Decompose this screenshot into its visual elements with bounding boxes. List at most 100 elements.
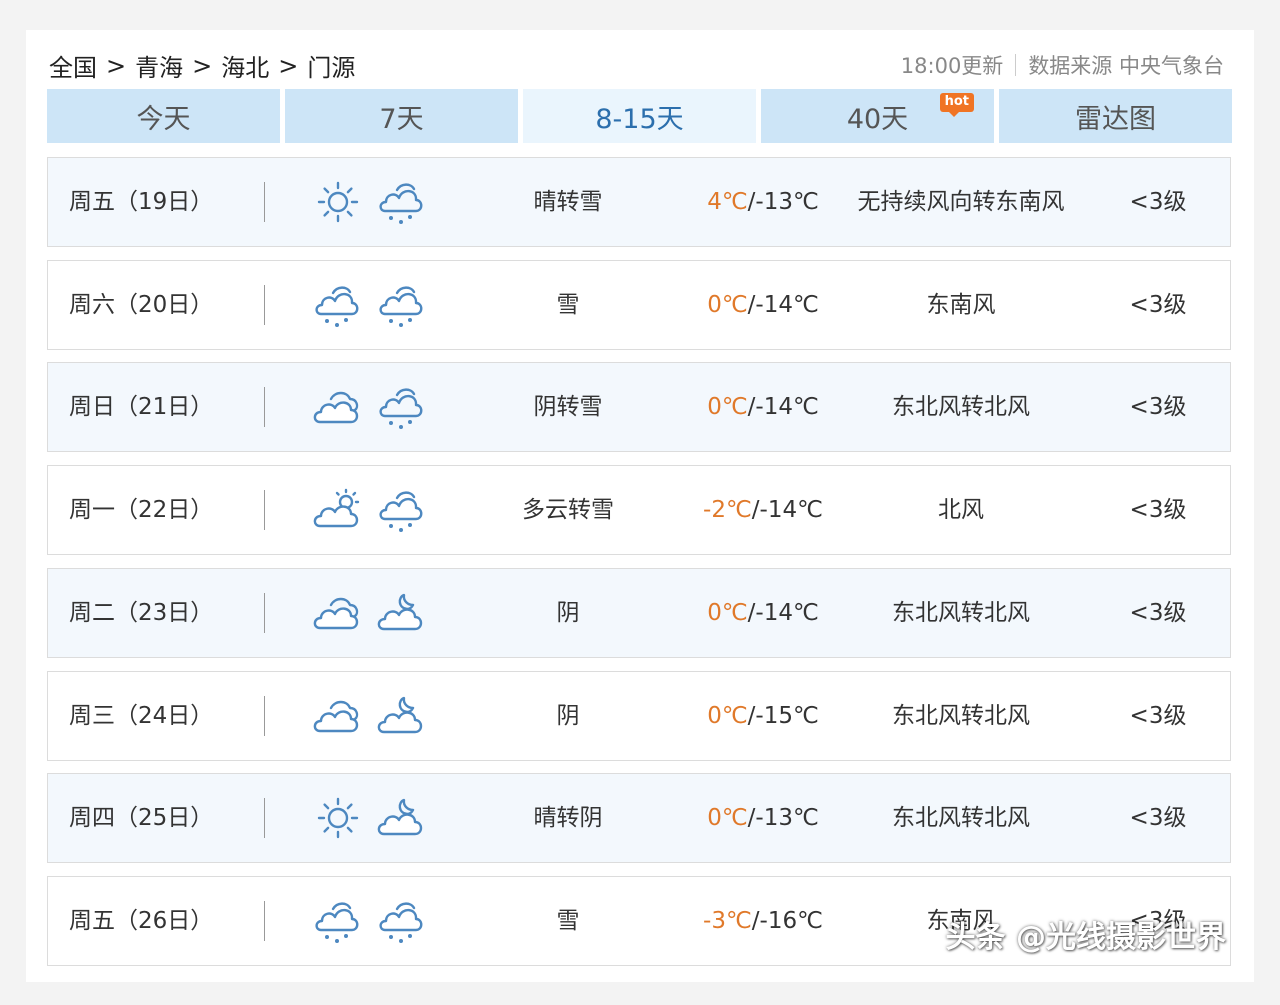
- wind-direction: 无持续风向转东南风: [857, 189, 1065, 215]
- temperature: -3℃/-16℃: [668, 877, 858, 965]
- column-divider: [264, 182, 265, 222]
- forecast-row: 周四（25日） 晴转阴 0℃/-13℃ 东北风转北风 <3级: [47, 773, 1231, 864]
- wind-level: <3级: [1129, 805, 1187, 832]
- data-source: 数据来源 中央气象台: [1028, 54, 1224, 78]
- forecast-day: 周六（20日）: [69, 291, 214, 318]
- tab-7-days[interactable]: 7天: [285, 89, 518, 143]
- forecast-row: 周二（23日） 阴 0℃/-14℃ 东北风转北风 <3级: [47, 567, 1231, 658]
- cloudy-night-icon: [375, 689, 429, 743]
- weather-description: 阴转雪: [533, 394, 603, 421]
- low-temp: /-14℃: [747, 599, 819, 626]
- low-temp: /-13℃: [747, 189, 819, 215]
- tab-radar[interactable]: 雷达图: [999, 89, 1232, 143]
- temperature: 0℃/-13℃: [668, 774, 858, 862]
- weather-description: 雪: [556, 907, 580, 934]
- forecast-row: 周六（20日） 雪 0℃/-14℃ 东南风 <3级: [47, 259, 1231, 350]
- forecast-day: 周一（22日）: [69, 497, 214, 524]
- temperature: 0℃/-15℃: [668, 672, 858, 760]
- breadcrumb-region[interactable]: 海北: [221, 48, 269, 83]
- temperature: 0℃/-14℃: [668, 261, 858, 349]
- wind-direction: 东北风转北风: [892, 805, 1030, 832]
- hot-badge: hot: [939, 93, 974, 117]
- weather-description: 阴: [556, 702, 580, 729]
- forecast-row: 周日（21日） 阴转雪 0℃/-14℃ 东北风转北风 <3级: [47, 362, 1231, 453]
- column-divider: [264, 490, 265, 531]
- update-meta: 18:00更新 数据来源 中央气象台: [901, 50, 1224, 80]
- high-temp: -3℃: [703, 907, 752, 934]
- low-temp: /-16℃: [751, 907, 823, 934]
- low-temp: /-15℃: [747, 702, 819, 729]
- tab-8-15-days[interactable]: 8-15天: [523, 89, 756, 143]
- forecast-day: 周五（26日）: [69, 907, 214, 934]
- forecast-day: 周三（24日）: [69, 702, 214, 729]
- breadcrumb-province[interactable]: 青海: [135, 48, 183, 83]
- low-temp: /-14℃: [747, 394, 819, 421]
- cloudy-night-icon: [375, 791, 429, 845]
- column-divider: [264, 387, 265, 428]
- weather-description: 多云转雪: [522, 497, 614, 524]
- temperature: 0℃/-14℃: [668, 363, 858, 451]
- breadcrumb-country[interactable]: 全国: [49, 48, 97, 83]
- snow-icon: [375, 380, 429, 434]
- high-temp: 0℃: [707, 291, 748, 318]
- update-time: 18:00更新: [900, 54, 1004, 78]
- wind-level: <3级: [1129, 702, 1187, 729]
- breadcrumb-city: 门源: [307, 54, 356, 82]
- wind-direction: 东北风转北风: [892, 394, 1030, 421]
- top-bar: 全国 > 青海 > 海北 > 门源 18:00更新 数据来源 中央气象台: [26, 30, 1254, 88]
- high-temp: 0℃: [707, 805, 748, 832]
- breadcrumb-separator: >: [278, 51, 299, 80]
- weather-card: 全国 > 青海 > 海北 > 门源 18:00更新 数据来源 中央气象台 今天 …: [26, 30, 1254, 982]
- forecast-row: 周三（24日） 阴 0℃/-15℃ 东北风转北风 <3级: [47, 670, 1231, 761]
- temperature: 4℃/-13℃: [668, 158, 858, 246]
- snow-icon: [375, 483, 429, 537]
- breadcrumb-separator: >: [106, 51, 127, 80]
- forecast-day: 周四（25日）: [69, 805, 214, 832]
- high-temp: 0℃: [707, 599, 748, 626]
- forecast-row: 周一（22日） 多云转雪 -2℃/-14℃ 北风 <3级: [47, 465, 1231, 556]
- watermark: 头条 @光线摄影世界: [945, 920, 1226, 955]
- partly-cloudy-icon: [311, 483, 365, 537]
- forecast-tabs: 今天 7天 8-15天 40天 hot 雷达图: [47, 89, 1234, 143]
- breadcrumb-separator: >: [192, 51, 213, 80]
- wind-level: <3级: [1129, 497, 1187, 524]
- high-temp: 4℃: [707, 189, 748, 215]
- sun-icon: [311, 175, 365, 229]
- wind-direction: 东北风转北风: [892, 702, 1030, 729]
- low-temp: /-13℃: [747, 805, 819, 832]
- wind-level: <3级: [1129, 189, 1187, 215]
- forecast-row: 周五（19日） 晴转雪 4℃/-13℃ 无持续风向转东南风 <3级: [47, 157, 1231, 247]
- snow-icon: [311, 278, 365, 332]
- wind-level: <3级: [1129, 394, 1187, 421]
- sun-icon: [311, 791, 365, 845]
- tab-40-days-label: 40天: [846, 103, 909, 135]
- meta-divider: [1015, 54, 1017, 76]
- column-divider: [264, 592, 265, 633]
- column-divider: [264, 284, 265, 325]
- snow-icon: [375, 894, 429, 948]
- wind-level: <3级: [1129, 599, 1187, 626]
- column-divider: [264, 900, 265, 941]
- wind-direction: 东北风转北风: [892, 599, 1030, 626]
- wind-direction: 东南风: [926, 291, 996, 318]
- tab-today[interactable]: 今天: [47, 89, 280, 143]
- overcast-icon: [311, 380, 365, 434]
- cloudy-night-icon: [375, 586, 429, 640]
- column-divider: [264, 695, 265, 736]
- snow-icon: [375, 278, 429, 332]
- wind-level: <3级: [1129, 291, 1187, 318]
- column-divider: [264, 798, 265, 839]
- forecast-day: 周五（19日）: [69, 189, 214, 215]
- tab-40-days[interactable]: 40天 hot: [761, 89, 994, 143]
- weather-description: 阴: [556, 599, 580, 626]
- low-temp: /-14℃: [747, 291, 819, 318]
- snow-icon: [311, 894, 365, 948]
- high-temp: 0℃: [707, 394, 748, 421]
- overcast-icon: [311, 689, 365, 743]
- overcast-icon: [311, 586, 365, 640]
- low-temp: /-14℃: [751, 497, 823, 524]
- weather-description: 晴转阴: [533, 805, 603, 832]
- forecast-day: 周日（21日）: [69, 394, 214, 421]
- temperature: 0℃/-14℃: [668, 569, 858, 657]
- high-temp: 0℃: [707, 702, 748, 729]
